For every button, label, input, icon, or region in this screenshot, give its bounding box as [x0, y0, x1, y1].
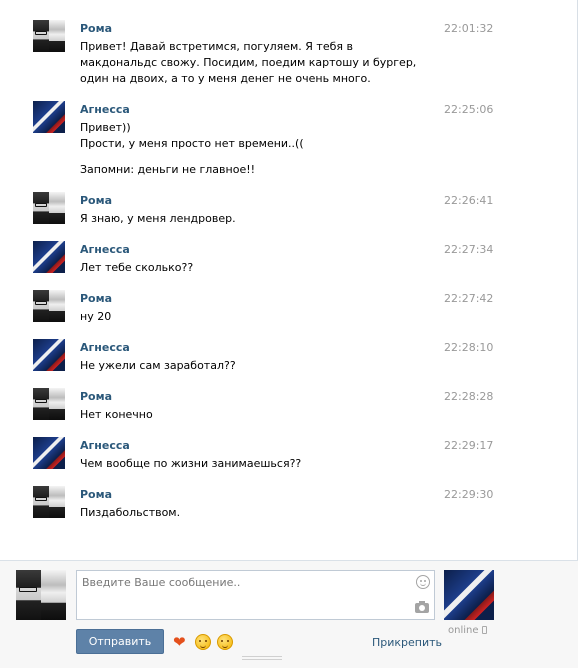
message-paragraph: Привет)) Прости, у меня просто нет време… [80, 121, 304, 150]
resize-handle[interactable] [242, 656, 282, 660]
message-input[interactable]: Введите Ваше сообщение.. [76, 570, 435, 620]
message-text: Лет тебе сколько?? [80, 260, 430, 276]
author-name[interactable]: Рома [80, 194, 112, 207]
author-name[interactable]: Рома [80, 390, 112, 403]
avatar-roma[interactable] [33, 290, 65, 322]
avatar-agnessa[interactable] [33, 339, 65, 371]
message-input-placeholder: Введите Ваше сообщение.. [82, 576, 241, 589]
message-paragraph: Пиздабольством. [80, 506, 181, 519]
message-time: 22:28:10 [444, 341, 494, 354]
message-time: 22:01:32 [444, 22, 494, 35]
author-name[interactable]: Агнесса [80, 439, 130, 452]
message-text: Пиздабольством. [80, 505, 430, 521]
message-text: Не ужели сам заработал?? [80, 358, 430, 374]
message-time: 22:27:34 [444, 243, 494, 256]
smile-icon[interactable] [416, 575, 430, 589]
compose-area: Введите Ваше сообщение.. online Отправит… [0, 560, 578, 668]
avatar-agnessa[interactable] [33, 101, 65, 133]
author-name[interactable]: Рома [80, 292, 112, 305]
my-avatar[interactable] [16, 570, 66, 620]
avatar-roma[interactable] [33, 20, 65, 52]
message-time: 22:27:42 [444, 292, 494, 305]
author-name[interactable]: Рома [80, 488, 112, 501]
message-time: 22:29:17 [444, 439, 494, 452]
message-text: Я знаю, у меня лендровер. [80, 211, 430, 227]
message-text: Привет! Давай встретимся, погуляем. Я те… [80, 39, 430, 87]
message-paragraph: Запомни: деньги не главное!! [80, 163, 256, 176]
message-paragraph: Чем вообще по жизни занимаешься?? [80, 457, 302, 470]
phone-icon [481, 626, 487, 634]
message-time: 22:26:41 [444, 194, 494, 207]
message-text: Привет)) Прости, у меня просто нет време… [80, 120, 430, 178]
smile-emoji-icon[interactable] [195, 634, 211, 650]
avatar-agnessa[interactable] [33, 437, 65, 469]
peer-avatar[interactable] [444, 570, 494, 620]
attach-link[interactable]: Прикрепить [372, 636, 442, 649]
online-status: online [448, 625, 487, 636]
message-text: Нет конечно [80, 407, 430, 423]
message-paragraph: Не ужели сам заработал?? [80, 359, 236, 372]
message-text: ну 20 [80, 309, 430, 325]
message-paragraph: Я знаю, у меня лендровер. [80, 212, 236, 225]
avatar-agnessa[interactable] [33, 241, 65, 273]
send-button[interactable]: Отправить [76, 629, 164, 654]
message-time: 22:25:06 [444, 103, 494, 116]
author-name[interactable]: Агнесса [80, 103, 130, 116]
message-paragraph: Привет! Давай встретимся, погуляем. Я те… [80, 40, 417, 85]
message-paragraph: Лет тебе сколько?? [80, 261, 194, 274]
message-time: 22:29:30 [444, 488, 494, 501]
relieved-emoji-icon[interactable] [217, 634, 233, 650]
message-paragraph: Нет конечно [80, 408, 153, 421]
author-name[interactable]: Агнесса [80, 243, 130, 256]
message-time: 22:28:28 [444, 390, 494, 403]
author-name[interactable]: Агнесса [80, 341, 130, 354]
avatar-roma[interactable] [33, 192, 65, 224]
heart-icon[interactable]: ❤ [173, 634, 189, 650]
message-text: Чем вообще по жизни занимаешься?? [80, 456, 430, 472]
message-paragraph: ну 20 [80, 310, 112, 323]
message-history[interactable]: Рома 22:01:32 Привет! Давай встретимся, по… [0, 0, 578, 560]
avatar-roma[interactable] [33, 388, 65, 420]
author-name[interactable]: Рома [80, 22, 112, 35]
camera-icon[interactable] [415, 601, 429, 613]
avatar-roma[interactable] [33, 486, 65, 518]
